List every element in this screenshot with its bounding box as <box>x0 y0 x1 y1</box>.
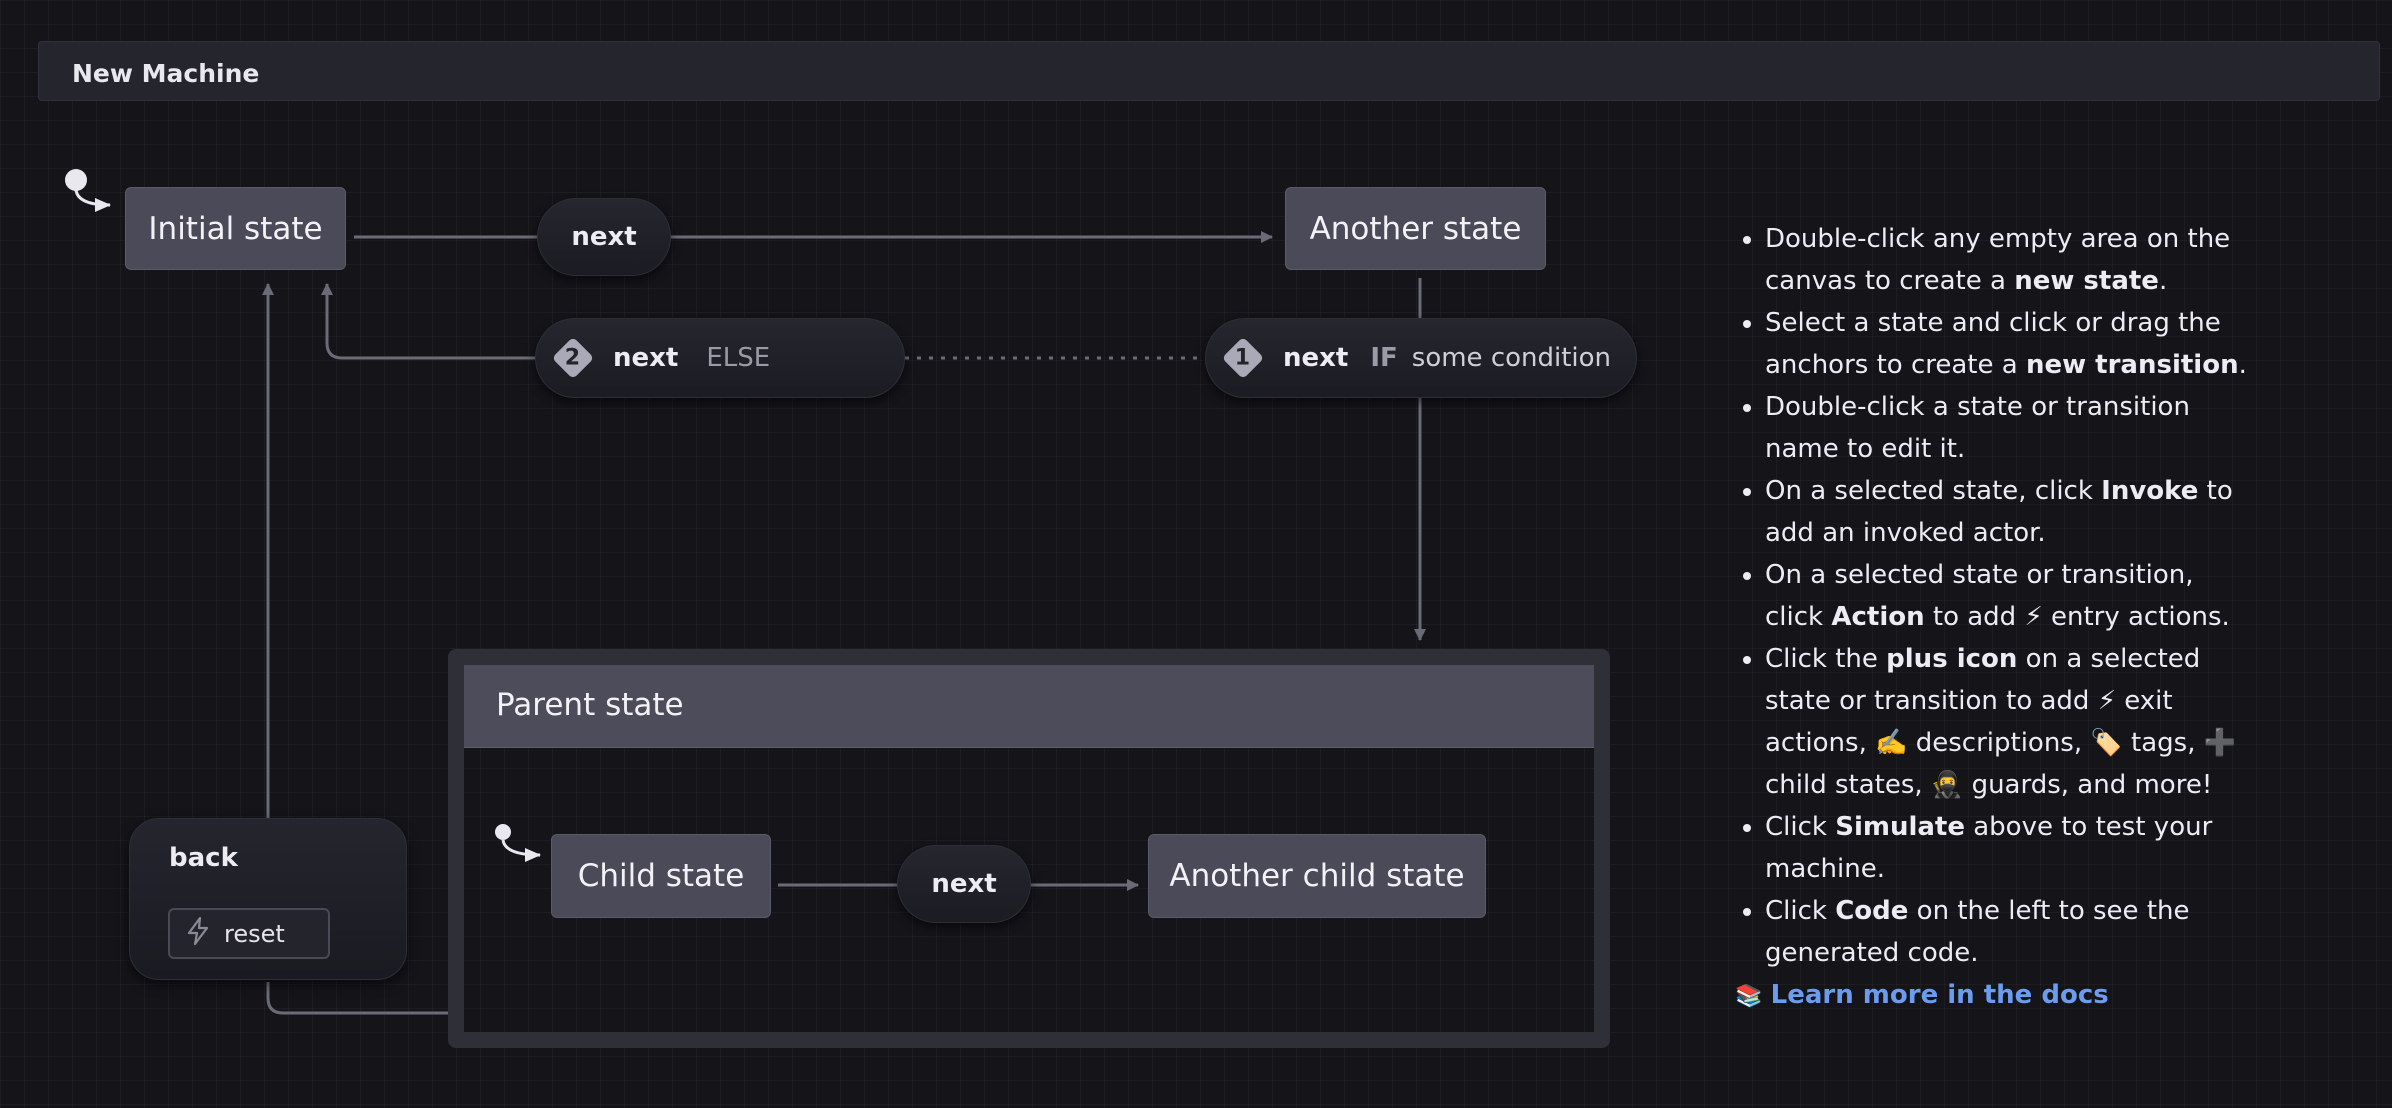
help-list: Double-click any empty area on the canva… <box>1735 218 2255 974</box>
help-item: Double-click a state or transition name … <box>1765 386 2255 470</box>
edge-back-in <box>266 982 450 1015</box>
transition-next-else[interactable]: 2 next ELSE <box>535 318 905 398</box>
help-item-text: On a selected state, click <box>1765 476 2102 506</box>
guard-else-keyword: ELSE <box>706 343 771 373</box>
docs-link-row: 📚 Learn more in the docs <box>1735 974 2255 1018</box>
help-item-text: . <box>2158 266 2168 296</box>
help-item-text: Click <box>1765 812 1836 842</box>
help-item-text: Double-click a state or transition name … <box>1765 392 2190 464</box>
help-item-emphasis: Invoke <box>2101 476 2199 506</box>
guard-condition: some condition <box>1411 343 1612 373</box>
help-item: Select a state and click or drag the anc… <box>1765 302 2255 386</box>
guard-order-badge: 1 <box>1221 336 1265 380</box>
guard-order-badge: 2 <box>551 336 595 380</box>
transition-event: next <box>613 343 679 373</box>
parent-state-header[interactable]: Parent state <box>464 665 1594 748</box>
help-item: On a selected state or transition, click… <box>1765 554 2255 638</box>
help-item-text: Click the <box>1765 644 1887 674</box>
help-item-emphasis: new transition <box>2025 350 2239 380</box>
transition-event: next <box>1283 343 1349 373</box>
state-another-child[interactable]: Another child state <box>1148 834 1486 918</box>
state-initial[interactable]: Initial state <box>125 187 346 270</box>
help-item: On a selected state, click Invoke to add… <box>1765 470 2255 554</box>
initial-state-arrow-icon <box>65 169 111 212</box>
help-item-text: Click <box>1765 896 1836 926</box>
docs-link[interactable]: Learn more in the docs <box>1771 980 2109 1010</box>
lightning-bolt-icon <box>186 916 210 951</box>
help-item-emphasis: new state <box>2014 266 2159 296</box>
help-item-text: to add ⚡ entry actions. <box>1924 602 2230 632</box>
help-item: Click Code on the left to see the genera… <box>1765 890 2255 974</box>
help-item: Click Simulate above to test your machin… <box>1765 806 2255 890</box>
help-item: Click the plus icon on a selected state … <box>1765 638 2255 806</box>
guard-if-keyword: IF <box>1370 343 1398 373</box>
transition-next[interactable]: next <box>537 198 671 276</box>
state-child[interactable]: Child state <box>551 834 771 918</box>
help-item-emphasis: Code <box>1835 896 1909 926</box>
help-instructions: Double-click any empty area on the canva… <box>1735 218 2255 1018</box>
transition-event: back <box>169 843 238 873</box>
transition-child-next[interactable]: next <box>897 845 1031 923</box>
transition-back[interactable]: back reset <box>129 818 407 980</box>
help-item-emphasis: plus icon <box>1886 644 2018 674</box>
books-icon: 📚 <box>1735 984 1763 1009</box>
help-item-emphasis: Simulate <box>1835 812 1965 842</box>
transition-next-if[interactable]: 1 next IF some condition <box>1205 318 1637 398</box>
action-reset[interactable]: reset <box>168 908 330 959</box>
edge-else <box>321 283 535 360</box>
parent-state-title: Parent state <box>496 687 684 723</box>
help-item-emphasis: Action <box>1831 602 1925 632</box>
help-item-text: . <box>2238 350 2247 380</box>
action-label: reset <box>224 919 285 948</box>
state-another[interactable]: Another state <box>1285 187 1546 270</box>
help-item: Double-click any empty area on the canva… <box>1765 218 2255 302</box>
